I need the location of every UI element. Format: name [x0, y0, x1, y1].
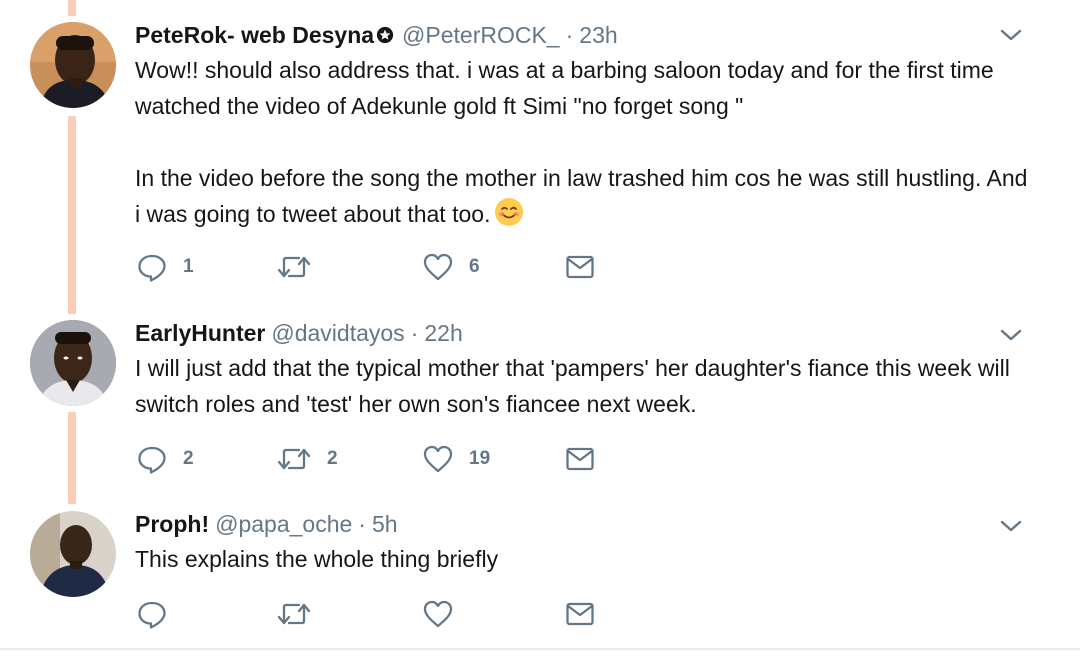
reply-icon — [138, 601, 166, 629]
chevron-down-icon[interactable] — [998, 513, 1024, 539]
divider — [0, 648, 1080, 650]
separator-dot: · — [565, 21, 574, 48]
tweet-text-line: In the video before the song the mother … — [135, 165, 1028, 227]
tweet-header: EarlyHunter @davidtayos · 22h — [135, 316, 463, 350]
reply-count: 1 — [183, 256, 194, 277]
like-button[interactable]: 6 — [421, 250, 480, 284]
chevron-down-icon[interactable] — [998, 22, 1024, 48]
tweet-text: Wow!! should also address that. i was at… — [135, 52, 1035, 232]
direct-message-button[interactable] — [565, 442, 595, 476]
tweet-header: PeteRok- web Desyna @PeterROCK_ · 23h — [135, 18, 618, 52]
envelope-icon — [566, 447, 594, 471]
handle[interactable]: @davidtayos — [271, 320, 404, 347]
retweet-count: 2 — [327, 448, 338, 469]
heart-icon — [423, 253, 453, 281]
tweet-header: Proph! @papa_oche · 5h — [135, 507, 398, 541]
timestamp[interactable]: 23h — [579, 22, 617, 49]
envelope-icon — [566, 602, 594, 626]
like-button[interactable] — [421, 597, 469, 631]
retweet-button[interactable] — [275, 597, 327, 631]
retweet-button[interactable] — [275, 250, 327, 284]
retweet-icon — [277, 256, 311, 278]
tweet-2[interactable]: EarlyHunter @davidtayos · 22h I will jus… — [0, 316, 1080, 496]
tweet-text-paragraph: This explains the whole thing briefly — [135, 546, 499, 572]
reply-button[interactable] — [135, 597, 183, 631]
like-button[interactable]: 19 — [421, 442, 490, 476]
tweet-text: This explains the whole thing briefly — [135, 541, 1035, 577]
retweet-button[interactable]: 2 — [275, 442, 338, 476]
tweet-text-paragraph: I will just add that the typical mother … — [135, 355, 1010, 417]
direct-message-button[interactable] — [565, 597, 595, 631]
like-count: 19 — [469, 448, 491, 469]
timestamp[interactable]: 22h — [424, 320, 462, 347]
tweet-text-paragraph: In the video before the song the mother … — [135, 160, 1035, 232]
reply-button[interactable]: 2 — [135, 442, 194, 476]
badge-icon — [376, 26, 394, 44]
tweet-actions — [135, 597, 605, 631]
tweet-text: I will just add that the typical mother … — [135, 350, 1035, 422]
smiling-face-emoji — [495, 198, 524, 226]
display-name[interactable]: PeteRok- web Desyna — [135, 22, 374, 49]
display-name[interactable]: EarlyHunter — [135, 320, 265, 347]
tweet-3[interactable]: Proph! @papa_oche · 5h This explains the… — [0, 507, 1080, 647]
reply-thread: PeteRok- web Desyna @PeterROCK_ · 23h Wo… — [0, 0, 1080, 666]
heart-icon — [423, 600, 453, 628]
tweet-1[interactable]: PeteRok- web Desyna @PeterROCK_ · 23h Wo… — [0, 18, 1080, 288]
envelope-icon — [566, 255, 594, 279]
reply-icon — [138, 446, 166, 474]
avatar[interactable] — [30, 511, 116, 597]
reply-button[interactable]: 1 — [135, 250, 194, 284]
tweet-text-paragraph: Wow!! should also address that. i was at… — [135, 57, 994, 119]
separator-dot: · — [410, 319, 419, 346]
separator-dot: · — [358, 510, 366, 537]
chevron-down-icon[interactable] — [998, 322, 1024, 348]
direct-message-button[interactable] — [565, 250, 595, 284]
handle[interactable]: @papa_oche — [215, 511, 352, 538]
retweet-icon — [277, 448, 311, 470]
thread-line-top — [68, 0, 76, 16]
avatar[interactable] — [30, 320, 116, 406]
handle[interactable]: @PeterROCK_ — [402, 22, 560, 49]
timestamp[interactable]: 5h — [372, 511, 398, 538]
avatar[interactable] — [30, 22, 116, 108]
reply-count: 2 — [183, 448, 194, 469]
tweet-actions: 1 6 — [135, 250, 605, 284]
tweet-actions: 2 2 19 — [135, 442, 605, 476]
reply-icon — [138, 254, 166, 282]
heart-icon — [423, 445, 453, 473]
retweet-icon — [277, 603, 311, 625]
display-name[interactable]: Proph! — [135, 511, 209, 538]
like-count: 6 — [469, 256, 480, 277]
